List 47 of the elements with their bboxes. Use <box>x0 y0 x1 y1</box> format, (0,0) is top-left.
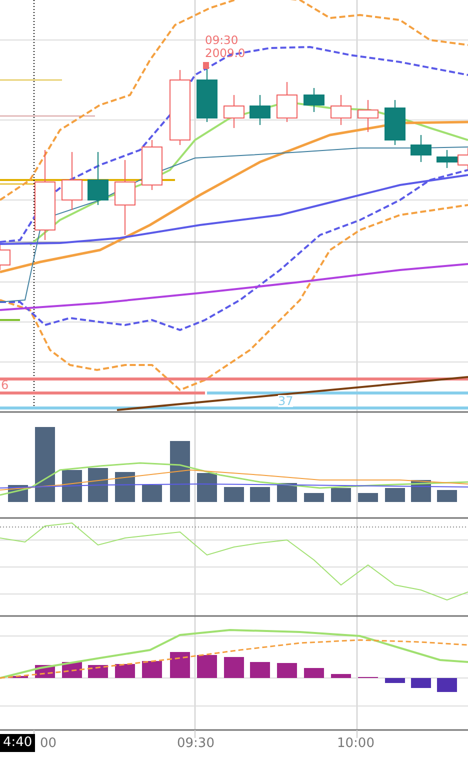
candlestick <box>304 88 324 112</box>
volume-bar <box>277 483 297 502</box>
histogram-bar <box>197 655 217 678</box>
candlestick <box>88 152 108 206</box>
histogram-bar <box>115 664 135 678</box>
histogram-bar <box>88 665 108 678</box>
volume-bar <box>250 487 270 502</box>
candlestick <box>276 82 298 122</box>
histogram-bar <box>224 657 244 678</box>
cursor-time-label: 4:40 <box>0 734 36 752</box>
candlestick <box>384 100 406 146</box>
histogram-bar <box>331 674 351 678</box>
candlestick <box>330 94 352 126</box>
volume-bar <box>88 468 108 502</box>
candlestick <box>358 100 378 132</box>
volume-bar <box>304 493 324 502</box>
level-label: 6 <box>1 379 9 392</box>
histogram-bar <box>385 678 405 683</box>
volume-bar <box>224 487 244 502</box>
candlestick <box>250 94 270 126</box>
volume-bar <box>437 490 457 502</box>
volume-bar <box>385 488 405 502</box>
histogram-bar <box>277 663 297 678</box>
volume-bar <box>115 472 135 502</box>
histogram-bar <box>142 661 162 678</box>
candlestick <box>410 134 432 162</box>
time-axis-label: 10:00 <box>337 736 374 752</box>
price-marker-value: 2009.0 <box>205 46 246 60</box>
volume-bar <box>331 488 351 502</box>
level-label: 37 <box>278 395 294 407</box>
time-axis-label: 09:30 <box>177 736 214 752</box>
histogram-bar <box>411 678 431 688</box>
histogram-bar <box>170 652 190 678</box>
price-marker-time: 09:30 <box>205 33 238 47</box>
histogram-bar <box>437 678 457 692</box>
histogram-bar <box>304 668 324 678</box>
candlestick <box>142 140 162 190</box>
volume-bar <box>142 485 162 502</box>
volume-bar <box>170 441 190 502</box>
candlestick <box>62 152 82 210</box>
price-marker-icon <box>203 62 209 69</box>
volume-bar <box>197 473 217 502</box>
time-axis-label: 00 <box>40 736 57 752</box>
histogram-bar <box>250 662 270 678</box>
volume-bar <box>62 470 82 502</box>
candlestick <box>224 94 244 128</box>
volume-bar <box>358 493 378 502</box>
